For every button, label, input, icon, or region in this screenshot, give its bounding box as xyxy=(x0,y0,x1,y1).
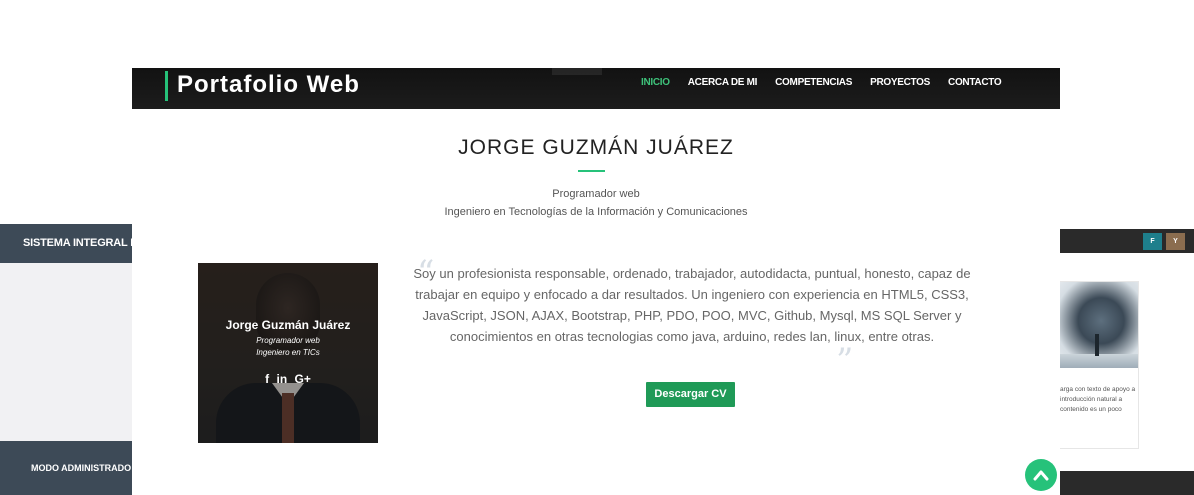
profile-role: Programador web xyxy=(552,188,640,200)
nav-menu: INICIO ACERCA DE MI COMPETENCIAS PROYECT… xyxy=(641,77,1019,88)
card-role: Programador web xyxy=(256,336,320,345)
nav-item-acerca-de-mi[interactable]: ACERCA DE MI xyxy=(688,77,758,88)
navbar-strip xyxy=(552,68,602,75)
background-card-text: arga con texto de apoyo a introducción n… xyxy=(1060,386,1136,413)
card-degree: Ingeniero en TICs xyxy=(256,348,320,357)
nav-item-proyectos[interactable]: PROYECTOS xyxy=(870,77,930,88)
quote-close-icon: ” xyxy=(836,341,854,381)
chevron-up-icon xyxy=(1033,470,1049,481)
page-title: JORGE GUZMÁN JUÁREZ xyxy=(458,136,734,159)
brand-accent xyxy=(165,71,168,101)
tree-trunk xyxy=(1095,334,1099,356)
background-right-footer xyxy=(1055,471,1194,495)
portfolio-window: Portafolio Web INICIO ACERCA DE MI COMPE… xyxy=(132,68,1060,495)
background-youtube-button[interactable]: Y xyxy=(1166,233,1185,250)
profile-degree: Ingeniero en Tecnologías de la Informaci… xyxy=(444,206,748,218)
download-cv-button[interactable]: Descargar CV xyxy=(646,382,735,407)
linkedin-icon[interactable]: in xyxy=(276,372,287,386)
profile-photo-card: Jorge Guzmán Juárez Programador web Inge… xyxy=(198,263,378,443)
background-app-body xyxy=(0,263,140,441)
nav-item-competencias[interactable]: COMPETENCIAS xyxy=(775,77,852,88)
social-links: f in G+ xyxy=(198,372,378,386)
nav-item-inicio[interactable]: INICIO xyxy=(641,77,670,88)
background-app-header: SISTEMA INTEGRAL D xyxy=(0,224,140,263)
navbar: Portafolio Web INICIO ACERCA DE MI COMPE… xyxy=(132,68,1060,109)
screen: SISTEMA INTEGRAL D MODO ADMINISTRADO F Y… xyxy=(0,0,1194,495)
background-app-mode-label[interactable]: MODO ADMINISTRADO xyxy=(0,441,140,495)
card-name: Jorge Guzmán Juárez xyxy=(225,318,351,332)
nav-item-contacto[interactable]: CONTACTO xyxy=(948,77,1002,88)
scroll-top-button[interactable] xyxy=(1025,459,1057,491)
tree-ground xyxy=(1056,354,1138,368)
brand-logo[interactable]: Portafolio Web xyxy=(177,71,360,99)
title-underline xyxy=(578,170,605,172)
background-card-image xyxy=(1056,282,1138,368)
google-plus-icon[interactable]: G+ xyxy=(295,372,311,386)
background-facebook-button[interactable]: F xyxy=(1143,233,1162,250)
profile-bio: Soy un profesionista responsable, ordena… xyxy=(413,266,971,344)
facebook-icon[interactable]: f xyxy=(265,372,269,386)
